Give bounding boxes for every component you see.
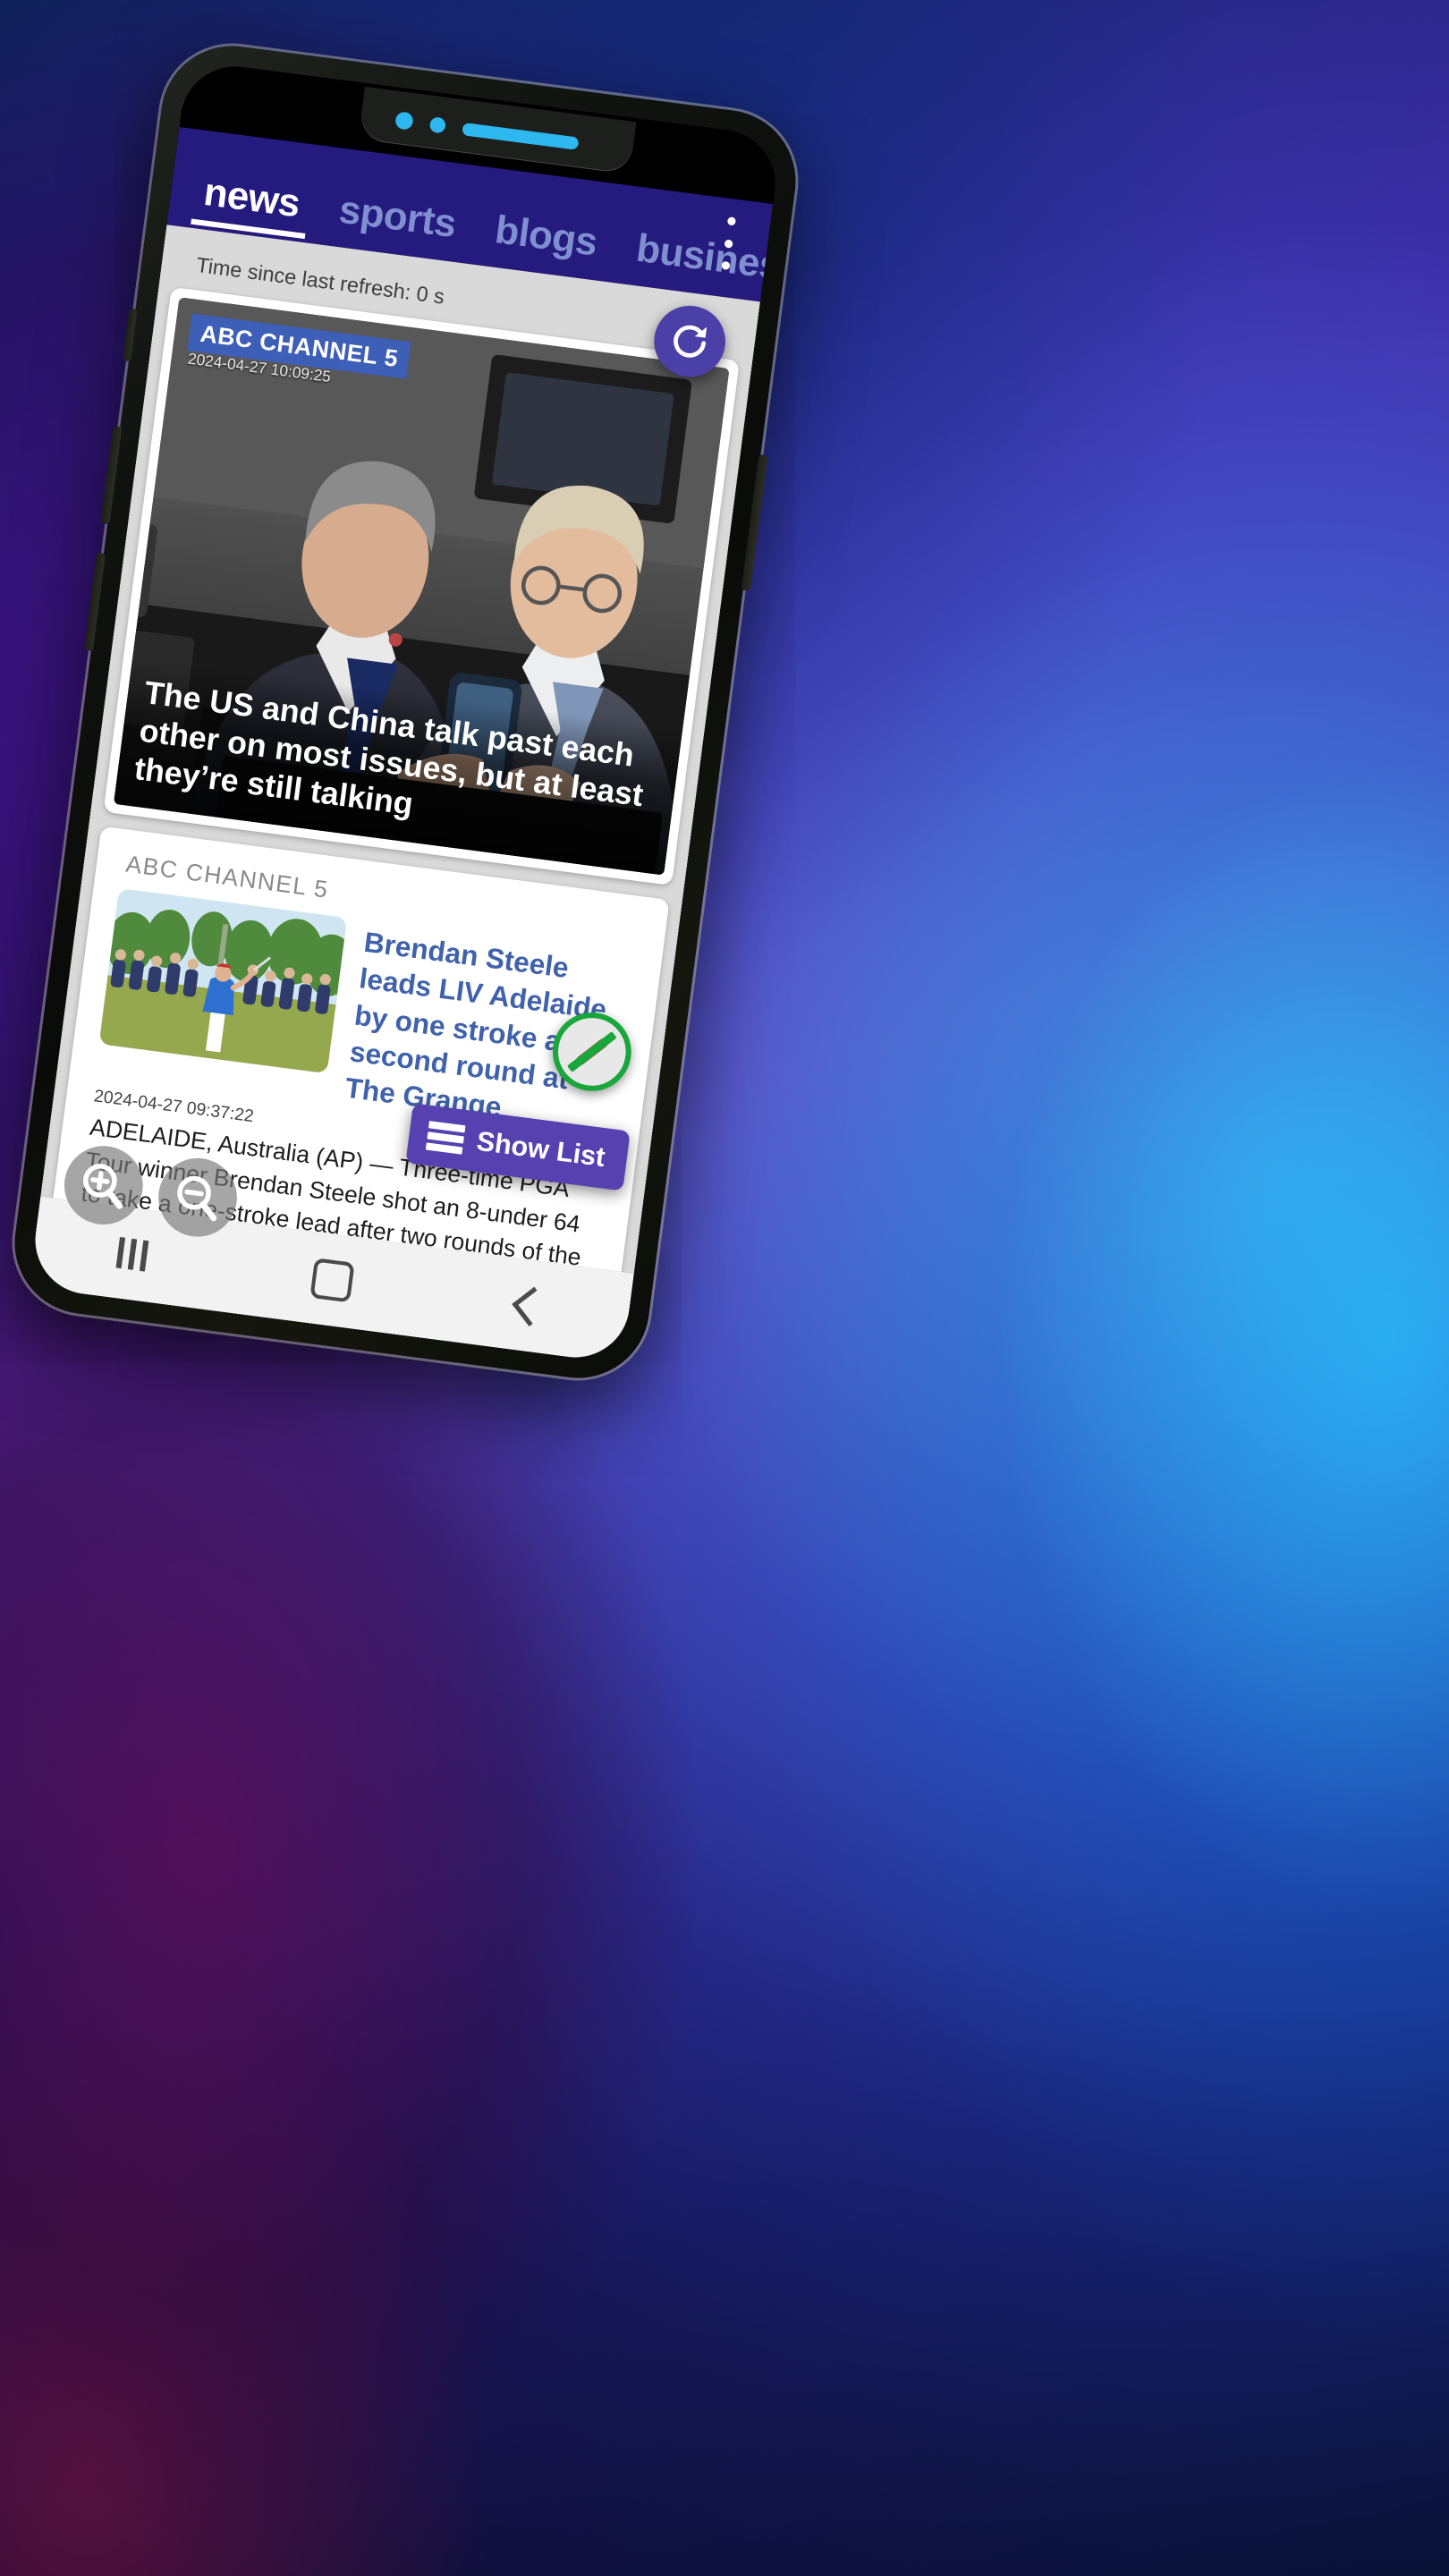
card-thumbnail: [98, 888, 348, 1074]
show-list-label: Show List: [474, 1126, 607, 1174]
camera-icon: [394, 111, 414, 131]
article-card-hero[interactable]: ABC CHANNEL 5 2024-04-27 10:09:25 The US…: [103, 286, 740, 886]
card-thumbnail-art: [98, 888, 348, 1074]
slash-icon: [566, 1030, 617, 1072]
speaker-icon: [462, 122, 580, 150]
list-icon: [426, 1121, 466, 1155]
home-icon[interactable]: [309, 1258, 355, 1303]
zoom-out-icon: [177, 1175, 217, 1222]
hero-image: ABC CHANNEL 5 2024-04-27 10:09:25 The US…: [113, 297, 730, 876]
refresh-icon: [674, 325, 708, 358]
zoom-in-icon: [83, 1164, 123, 1209]
back-icon[interactable]: [511, 1286, 552, 1326]
article-feed[interactable]: Time since last refresh: 0 s ABC CHANNEL…: [40, 225, 760, 1274]
screenshot-root: news sports blogs business Time since la…: [0, 0, 1449, 2576]
recents-icon[interactable]: [115, 1236, 148, 1272]
sensor-icon: [428, 116, 447, 134]
